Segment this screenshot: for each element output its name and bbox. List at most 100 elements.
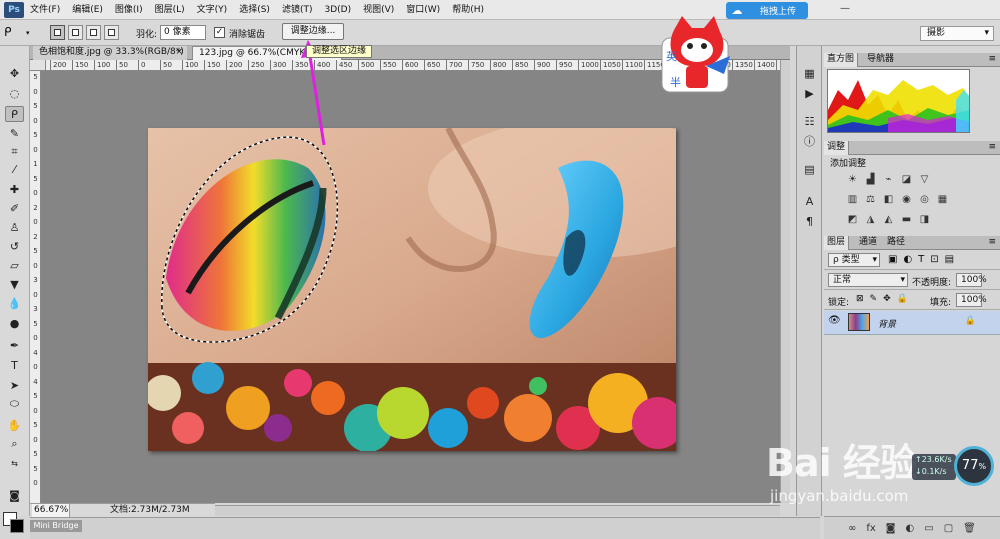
- vibrance-icon[interactable]: ▽: [918, 174, 931, 186]
- clone-stamp-tool-icon[interactable]: ♙: [5, 220, 24, 236]
- tab-adjustments[interactable]: 调整: [824, 141, 850, 155]
- gradient-map-icon[interactable]: ▬: [900, 214, 913, 226]
- menu-help[interactable]: 帮助(H): [446, 0, 490, 20]
- intersect-selection-button[interactable]: [104, 25, 119, 40]
- lock-icons[interactable]: ⊠✎✥🔒: [856, 294, 914, 304]
- refine-edge-button[interactable]: 调整边缘...: [282, 23, 344, 40]
- paragraph-panel-icon[interactable]: ¶: [801, 214, 818, 229]
- blur-tool-icon[interactable]: 💧: [5, 296, 24, 312]
- crop-tool-icon[interactable]: ⌗: [5, 144, 24, 160]
- horizontal-scrollbar[interactable]: [215, 505, 780, 516]
- layer-filter-icons[interactable]: ▣◐T⊡▤: [888, 254, 960, 265]
- trash-icon[interactable]: 🗑: [963, 523, 976, 534]
- invert-icon[interactable]: ◩: [846, 214, 859, 226]
- brush-tool-icon[interactable]: ✐: [5, 201, 24, 217]
- new-layer-icon[interactable]: ▢: [944, 523, 953, 534]
- menu-edit[interactable]: 编辑(E): [66, 0, 109, 20]
- tab-navigator[interactable]: 导航器: [864, 53, 897, 67]
- swap-colors-icon[interactable]: ⇆: [5, 456, 24, 472]
- color-balance-icon[interactable]: ⚖: [864, 194, 877, 206]
- adjustment-layer-icon[interactable]: ◐: [906, 523, 915, 534]
- menu-type[interactable]: 文字(Y): [191, 0, 234, 20]
- ellipse-tool-icon[interactable]: ⬭: [5, 396, 24, 412]
- lasso-tool-preset-icon[interactable]: ᑭ: [4, 25, 12, 39]
- mask-icon[interactable]: ◙: [886, 523, 896, 534]
- selective-color-icon[interactable]: ◨: [918, 214, 931, 226]
- layer-row-background[interactable]: 👁 背景 🔒: [824, 311, 1000, 335]
- fill-input[interactable]: 100%: [956, 293, 987, 307]
- type-tool-icon[interactable]: T: [5, 358, 24, 374]
- healing-brush-tool-icon[interactable]: ✚: [5, 182, 24, 198]
- eraser-tool-icon[interactable]: ▱: [5, 258, 24, 274]
- photo-filter-icon[interactable]: ◉: [900, 194, 913, 206]
- group-icon[interactable]: ▭: [924, 523, 933, 534]
- feather-input[interactable]: 0 像素: [160, 25, 206, 40]
- link-layers-icon[interactable]: ∞: [848, 523, 856, 534]
- menu-image[interactable]: 图像(I): [109, 0, 149, 20]
- opacity-input[interactable]: 100%: [956, 273, 987, 287]
- hand-tool-icon[interactable]: ✋: [5, 418, 24, 434]
- dodge-tool-icon[interactable]: ●: [5, 316, 24, 332]
- properties-panel-icon[interactable]: ☷: [801, 114, 818, 129]
- menu-view[interactable]: 视图(V): [357, 0, 400, 20]
- tab-channels[interactable]: 通道: [856, 236, 880, 250]
- posterize-icon[interactable]: ◮: [864, 214, 877, 226]
- blend-mode-select[interactable]: 正常 ▾: [828, 273, 908, 287]
- layer-kind-filter[interactable]: ρ 类型 ▾: [828, 253, 880, 267]
- new-selection-button[interactable]: [50, 25, 65, 40]
- levels-icon[interactable]: ▟: [864, 174, 877, 186]
- tab-paths[interactable]: 路径: [884, 236, 908, 250]
- brush-panel-icon[interactable]: ▤: [801, 162, 818, 177]
- menu-file[interactable]: 文件(F): [24, 0, 66, 20]
- subtract-selection-button[interactable]: [86, 25, 101, 40]
- hue-saturation-icon[interactable]: ▥: [846, 194, 859, 206]
- tab-layers[interactable]: 图层: [824, 236, 850, 250]
- brightness-contrast-icon[interactable]: ☀: [846, 174, 859, 186]
- actions-panel-icon[interactable]: ▶: [801, 86, 818, 101]
- tab-document-1[interactable]: 色相饱和度.jpg @ 33.3%(RGB/8*) ×: [33, 46, 187, 60]
- threshold-icon[interactable]: ◭: [882, 214, 895, 226]
- panel-menu-icon[interactable]: ≡: [988, 141, 996, 154]
- history-brush-tool-icon[interactable]: ↺: [5, 239, 24, 255]
- menu-filter[interactable]: 滤镜(T): [276, 0, 319, 20]
- history-panel-icon[interactable]: ▦: [801, 66, 818, 81]
- lasso-tool-icon[interactable]: ᑭ: [5, 106, 24, 122]
- path-selection-tool-icon[interactable]: ➤: [5, 378, 24, 394]
- chevron-down-icon[interactable]: ▾: [26, 29, 30, 37]
- zoom-tool-icon[interactable]: ⌕: [5, 436, 24, 452]
- background-color-swatch[interactable]: [10, 519, 24, 533]
- zoom-level-field[interactable]: 66.67%: [32, 504, 70, 517]
- minimize-button[interactable]: —: [838, 2, 852, 16]
- quick-mask-icon[interactable]: ◙: [5, 488, 24, 504]
- menu-window[interactable]: 窗口(W): [400, 0, 446, 20]
- menu-select[interactable]: 选择(S): [233, 0, 276, 20]
- antialias-checkbox[interactable]: ✓: [214, 27, 225, 38]
- speed-ball-widget[interactable]: 77%: [954, 446, 994, 486]
- exposure-icon[interactable]: ◪: [900, 174, 913, 186]
- info-panel-icon[interactable]: ⓘ: [801, 134, 818, 149]
- marquee-tool-icon[interactable]: ◌: [5, 86, 24, 102]
- canvas-area[interactable]: [41, 71, 789, 503]
- color-lookup-icon[interactable]: ▦: [936, 194, 949, 206]
- eyedropper-tool-icon[interactable]: ⁄: [5, 162, 24, 178]
- mini-bridge-tab[interactable]: Mini Bridge: [30, 520, 82, 532]
- channel-mixer-icon[interactable]: ◎: [918, 194, 931, 206]
- menu-3d[interactable]: 3D(D): [318, 0, 357, 20]
- drag-upload-button[interactable]: ☁ 拖拽上传: [726, 2, 808, 19]
- paint-bucket-tool-icon[interactable]: ▼: [5, 277, 24, 293]
- workspace-select[interactable]: 摄影 ▾: [920, 26, 994, 41]
- character-panel-icon[interactable]: A: [801, 194, 818, 209]
- fx-icon[interactable]: fx: [866, 523, 875, 534]
- black-white-icon[interactable]: ◧: [882, 194, 895, 206]
- move-tool-icon[interactable]: ✥: [5, 66, 24, 82]
- menu-layer[interactable]: 图层(L): [149, 0, 191, 20]
- add-to-selection-button[interactable]: [68, 25, 83, 40]
- document-canvas[interactable]: [148, 128, 676, 451]
- curves-icon[interactable]: ⌁: [882, 174, 895, 186]
- pen-tool-icon[interactable]: ✒: [5, 338, 24, 354]
- quick-selection-tool-icon[interactable]: ✎: [5, 126, 24, 142]
- close-icon[interactable]: ×: [175, 46, 183, 59]
- tab-histogram[interactable]: 直方图: [824, 53, 859, 67]
- panel-menu-icon[interactable]: ≡: [988, 53, 996, 66]
- eye-icon[interactable]: 👁: [828, 315, 841, 326]
